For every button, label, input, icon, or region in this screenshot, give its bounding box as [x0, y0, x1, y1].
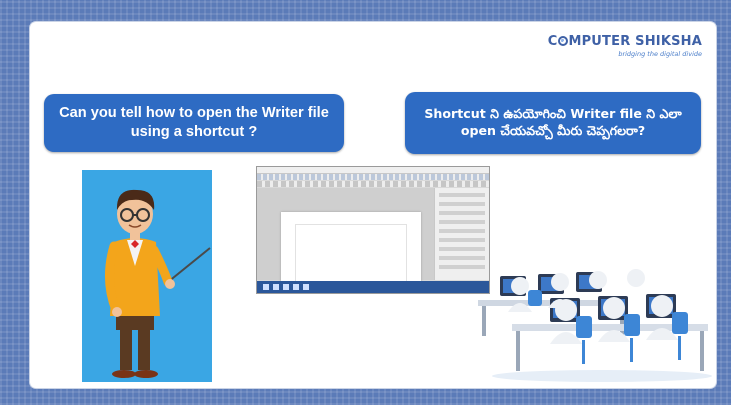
document-area	[257, 188, 435, 293]
students-computers-icon	[478, 269, 712, 382]
teacher-illustration	[82, 170, 212, 382]
logo-tagline: bridging the digital divide	[618, 50, 702, 58]
menu-bar	[257, 167, 489, 174]
question-telugu-text: Shortcut ని ఉపయోగించి Writer file ని ఎలా…	[424, 106, 682, 138]
computer-shiksha-logo: C MPUTER SHIKSHA bridging the digital div…	[548, 34, 702, 58]
writer-window-screenshot	[256, 166, 490, 294]
question-english-text: Can you tell how to open the Writer file…	[59, 104, 329, 140]
logo-text: C MPUTER SHIKSHA	[547, 34, 702, 49]
question-english: Can you tell how to open the Writer file…	[44, 94, 344, 152]
standard-toolbar	[257, 174, 489, 180]
computer-lab-illustration	[472, 254, 712, 384]
logo-globe-icon	[557, 36, 568, 46]
formatting-toolbar	[257, 181, 489, 187]
question-telugu: Shortcut ని ఉపయోగించి Writer file ని ఎలా…	[405, 92, 701, 154]
teacher-icon	[104, 189, 211, 378]
taskbar	[257, 281, 489, 293]
slide: C MPUTER SHIKSHA bridging the digital div…	[30, 22, 716, 388]
